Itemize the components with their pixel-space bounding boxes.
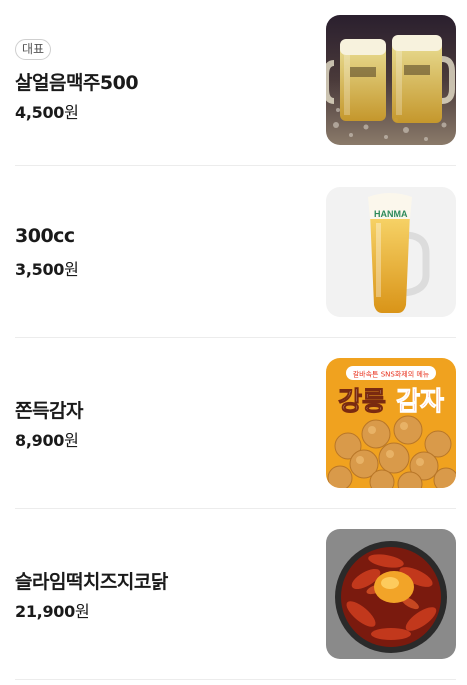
menu-item-cheese-chicken[interactable]: 슬라임떡치즈지코닭 21,900원 (15, 529, 456, 659)
menu-item-price: 3,500원 (15, 256, 79, 280)
menu-list: 대표 살얼음맥주500 4,500원 300cc 3,500원 HANMA 쫀득… (0, 0, 467, 685)
menu-item-info: 쫀득감자 8,900원 (15, 358, 305, 488)
menu-item-potato[interactable]: 쫀득감자 8,900원 갈바속튼 SNS화제의 메뉴 강릉 감자 (15, 358, 456, 488)
potato-balls-photo[interactable]: 갈바속튼 SNS화제의 메뉴 강릉 감자 (326, 358, 456, 488)
glass-logo-text: HANMA (374, 209, 408, 219)
menu-item-price: 8,900원 (15, 427, 79, 451)
potato-title-left: 강릉 (338, 387, 386, 417)
price-value: 3,500 (15, 260, 65, 279)
currency-unit: 원 (64, 103, 79, 122)
price-value: 4,500 (15, 103, 65, 122)
menu-item-name: 슬라임떡치즈지코닭 (15, 571, 168, 593)
menu-item-name: 살얼음맥주500 (15, 72, 139, 94)
currency-unit: 원 (64, 260, 79, 279)
beer-mugs-photo[interactable] (326, 15, 456, 145)
menu-item-beer-500[interactable]: 대표 살얼음맥주500 4,500원 (15, 15, 456, 145)
price-value: 21,900 (15, 602, 75, 621)
menu-item-beer-300cc[interactable]: 300cc 3,500원 HANMA (15, 187, 456, 317)
price-value: 8,900 (15, 431, 65, 450)
menu-item-price: 21,900원 (15, 598, 90, 622)
potato-title-right: 감자 (396, 387, 444, 417)
beer-glass-photo[interactable]: HANMA (326, 187, 456, 317)
menu-item-price: 4,500원 (15, 99, 79, 123)
menu-item-name: 쫀득감자 (15, 400, 83, 422)
potato-tagline: 갈바속튼 SNS화제의 메뉴 (353, 370, 430, 379)
menu-item-name: 300cc (15, 225, 75, 247)
divider (15, 165, 456, 166)
cheese-chicken-photo[interactable] (326, 529, 456, 659)
signature-badge: 대표 (15, 39, 52, 60)
divider (15, 679, 456, 680)
menu-item-info: 300cc 3,500원 (15, 187, 305, 317)
menu-item-info: 슬라임떡치즈지코닭 21,900원 (15, 529, 305, 659)
currency-unit: 원 (64, 431, 79, 450)
menu-item-info: 대표 살얼음맥주500 4,500원 (15, 15, 305, 145)
divider (15, 337, 456, 338)
currency-unit: 원 (74, 602, 90, 621)
divider (15, 508, 456, 509)
